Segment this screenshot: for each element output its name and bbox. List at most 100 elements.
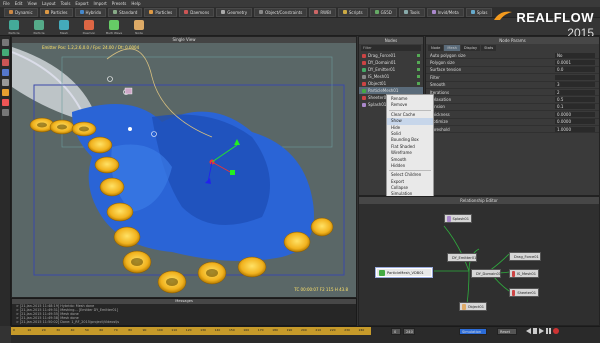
stop-icon[interactable] [533, 328, 537, 334]
tab-icon [9, 10, 13, 14]
relationship-node[interactable]: ParticleMesh_VDB01 [376, 268, 432, 277]
play-icon[interactable] [539, 328, 544, 334]
timeline-end[interactable]: 240 [403, 328, 415, 335]
node-visible-checkbox[interactable] [417, 75, 420, 78]
play-backward-icon[interactable] [526, 328, 531, 334]
relationship-editor-title: Relationship Editor [359, 197, 599, 204]
shelf-tab[interactable]: Particles [39, 7, 73, 17]
params-tab[interactable]: Node [428, 45, 444, 51]
node-visible-checkbox[interactable] [417, 61, 420, 64]
node-list-item[interactable]: ParticleMesh01 [359, 87, 423, 94]
node-visible-checkbox[interactable] [417, 54, 420, 57]
move-tool-icon[interactable] [2, 49, 9, 56]
param-value[interactable]: 0.1 [555, 104, 595, 110]
toolbar-button[interactable]: Multi Wave [104, 20, 124, 35]
shelf-tab[interactable]: Geometry [216, 7, 253, 17]
relationship-node[interactable]: IS_Mesh01 [509, 269, 539, 278]
toolbar-button[interactable]: Node [129, 20, 149, 35]
relationship-node-label: Sheeter01 [517, 290, 536, 295]
param-value[interactable]: 0.0000 [555, 119, 595, 125]
tab-label: Tools [409, 9, 420, 15]
node-list-item[interactable]: DY_Domain01 [359, 59, 423, 66]
menu-file[interactable]: File [3, 1, 10, 6]
param-value[interactable]: 3 [555, 82, 595, 88]
menu-separator [389, 170, 431, 172]
shelf-tab[interactable]: Object/Constraints [254, 7, 308, 17]
shelf-tab[interactable]: Tools [398, 7, 425, 17]
context-menu-item[interactable]: Remove [387, 102, 433, 108]
curve-tool-icon[interactable] [2, 109, 9, 116]
tab-label: Daemons [190, 9, 210, 15]
node-list-item[interactable]: Object01 [359, 80, 423, 87]
menu-presets[interactable]: Presets [112, 1, 127, 6]
nodes-filter-input[interactable]: Filter [361, 45, 421, 51]
reset-button[interactable]: Reset [497, 328, 517, 335]
menu-edit[interactable]: Edit [15, 1, 23, 6]
toolbar-button[interactable]: Daemon [79, 20, 99, 35]
node-list-item[interactable]: DY_Emitter01 [359, 66, 423, 73]
timeline-tick-label: 50 [85, 328, 89, 332]
shelf-tab[interactable]: RWBI [309, 7, 336, 17]
pause-icon[interactable] [546, 328, 551, 334]
params-tab[interactable]: Mesh [444, 45, 460, 51]
toolbar-button[interactable]: Mesh [54, 20, 74, 35]
3d-viewport[interactable]: Single View Emitter Pos: 1.2,2.6,0.0 / F… [11, 36, 357, 298]
menu-layout[interactable]: Layout [42, 1, 56, 6]
shelf-tab[interactable]: Splas [465, 7, 493, 17]
node-visible-checkbox[interactable] [417, 82, 420, 85]
relationship-node[interactable]: Object01 [459, 302, 487, 311]
tab-icon [259, 10, 264, 14]
timeline-start[interactable]: 0 [391, 328, 401, 335]
param-value[interactable]: 1.0000 [555, 126, 595, 132]
params-tab[interactable]: Display [460, 45, 481, 51]
menu-help[interactable]: Help [131, 1, 140, 6]
scale-tool-icon[interactable] [2, 69, 9, 76]
shelf-tab[interactable]: Daemons [179, 7, 215, 17]
param-value[interactable]: 2 [555, 89, 595, 95]
shelf-tab[interactable]: Standard [108, 7, 143, 17]
param-value[interactable]: 0.5 [555, 97, 595, 103]
select-tool-icon[interactable] [2, 39, 9, 46]
timeline-ruler[interactable]: 0 10 20 30 40 50 60 70 80 90 100 110 120 130 140 150 160… [11, 327, 371, 335]
menu-tools[interactable]: Tools [61, 1, 71, 6]
record-icon[interactable] [553, 328, 559, 334]
shelf-tab[interactable]: Invid/Meta [426, 7, 464, 17]
menu-export[interactable]: Export [75, 1, 88, 6]
relationship-node[interactable]: Sheeter01 [509, 288, 539, 297]
rotate-tool-icon[interactable] [2, 59, 9, 66]
toolbar-button[interactable]: Particle [29, 20, 49, 35]
param-value[interactable]: No [555, 52, 595, 58]
tab-label: GS5D [380, 9, 392, 15]
context-menu-item[interactable]: Hidden [387, 163, 433, 169]
toolbar-button-label: Node [135, 31, 143, 35]
relationship-node[interactable]: Splash01 [444, 214, 472, 223]
params-tab[interactable]: Stats [481, 45, 497, 51]
param-value[interactable] [555, 74, 595, 80]
toolbar-tool-icon [9, 20, 19, 30]
message-line: > [21.Jan.2015 11:50:02] Done: 1_RF_2015… [16, 320, 120, 324]
camera-tool-icon[interactable] [2, 79, 9, 86]
menu-separator [389, 109, 431, 111]
relationship-node[interactable]: Drag_Force01 [509, 252, 541, 261]
tab-label: Dynamic [15, 9, 33, 15]
simulation-mode-select[interactable]: Simulation [459, 328, 487, 335]
node-visible-checkbox[interactable] [417, 68, 420, 71]
relationship-node[interactable]: DY_Emitter01 [447, 253, 477, 262]
param-value[interactable]: 0.0001 [555, 60, 595, 66]
shelf-tab[interactable]: Scripts [337, 7, 368, 17]
shelf-tab[interactable]: Hybrido [74, 7, 107, 17]
node-list-item[interactable]: Drag_Force01 [359, 52, 423, 59]
shelf-tab[interactable]: Particles [144, 7, 178, 17]
param-value[interactable]: 0.0 [555, 67, 595, 73]
toolbar-button[interactable]: Particle [4, 20, 24, 35]
shelf-tab[interactable]: Dynamic [4, 7, 38, 17]
light-tool-icon[interactable] [2, 89, 9, 96]
paint-tool-icon[interactable] [2, 99, 9, 106]
node-list-item[interactable]: IS_Mesh01 [359, 73, 423, 80]
shelf-tab[interactable]: GS5D [369, 7, 397, 17]
menu-import[interactable]: Import [94, 1, 107, 6]
timeline-tick-label: 80 [128, 328, 133, 332]
relationship-node[interactable]: DY_Domain01 [471, 269, 501, 278]
param-value[interactable]: 0.0000 [555, 111, 595, 117]
menu-view[interactable]: View [27, 1, 37, 6]
